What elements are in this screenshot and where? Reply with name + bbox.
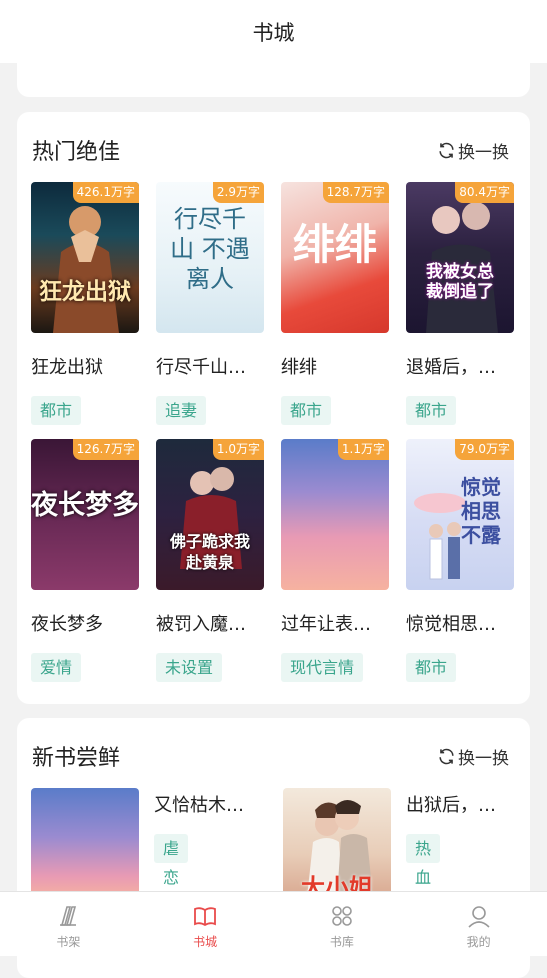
book-tag: 热血	[406, 834, 441, 887]
word-count-badge: 80.4万字	[455, 182, 514, 203]
book-tag: 爱情	[31, 653, 82, 682]
cover-title: 夜长梦多	[31, 490, 139, 521]
book-tag: 未设置	[156, 653, 223, 682]
book-cover: 1.1万字	[281, 439, 389, 590]
book-card[interactable]: 佛子跪求我赴黄泉 1.0万字 被罚入魔… 未设置	[156, 439, 264, 682]
book-cover: 佛子跪求我赴黄泉 1.0万字	[156, 439, 264, 590]
book-cover: 我被女总裁倒追了 80.4万字	[406, 182, 514, 333]
book-card[interactable]: 1.1万字 过年让表… 现代言情	[281, 439, 389, 682]
word-count-badge: 426.1万字	[72, 182, 139, 203]
new-book-card[interactable]: 又恰枯木… 虐恋	[31, 788, 244, 898]
tab-label: 书库	[329, 935, 354, 949]
cover-title: 绯绯	[292, 220, 377, 269]
cover-title: 惊觉相思不露	[461, 475, 501, 547]
book-tag: 都市	[406, 653, 457, 682]
book-card[interactable]: 绯绯 128.7万字 绯绯 都市	[281, 182, 389, 425]
bookstore-icon	[194, 907, 217, 927]
book-card[interactable]: 夜长梦多 126.7万字 夜长梦多 爱情	[31, 439, 139, 682]
book-title: 行尽千山…	[156, 357, 246, 378]
book-title: 被罚入魔…	[156, 614, 246, 635]
bookshelf-icon	[60, 906, 77, 926]
tab-label: 书架	[56, 935, 81, 949]
new-books-header: 新书尝鲜 换一换	[17, 718, 530, 796]
book-tag: 都市	[31, 396, 82, 425]
tab-bookstore[interactable]: 书城	[137, 892, 274, 956]
book-cover: 惊觉相思不露 79.0万字	[406, 439, 514, 590]
book-tag: 虐恋	[154, 834, 189, 887]
profile-icon	[468, 906, 490, 928]
cover-title: 狂龙出狱	[39, 278, 131, 305]
new-book-card[interactable]: 大小姐 出狱后，… 热血	[283, 788, 496, 898]
book-cover: 夜长梦多 126.7万字	[31, 439, 139, 590]
book-tag: 都市	[406, 396, 457, 425]
tab-bookshelf[interactable]: 书架	[0, 892, 137, 956]
refresh-label: 换一换	[458, 143, 509, 163]
library-icon	[332, 906, 352, 926]
book-title: 绯绯	[281, 357, 317, 378]
cover-title: 我被女总裁倒追了	[426, 262, 494, 302]
book-tag: 现代言情	[281, 653, 364, 682]
tab-label: 我的	[466, 935, 491, 949]
cover-art	[426, 202, 498, 333]
bottom-tab-bar: 书架 书城 书库 我的	[0, 891, 547, 956]
book-title: 又恰枯木…	[154, 795, 244, 816]
cover-title: 行尽千山 不遇离人	[170, 205, 250, 293]
top-header: 书城	[0, 0, 547, 63]
word-count-badge: 2.9万字	[212, 182, 264, 203]
book-cover: 大小姐	[283, 788, 391, 898]
tab-profile[interactable]: 我的	[410, 892, 547, 956]
book-card[interactable]: 行尽千山 不遇离人 2.9万字 行尽千山… 追妻	[156, 182, 264, 425]
page-title: 书城	[252, 20, 295, 45]
book-title: 狂龙出狱	[31, 357, 103, 378]
refresh-button[interactable]: 换一换	[437, 744, 509, 769]
tab-label: 书城	[193, 935, 218, 949]
word-count-badge: 126.7万字	[72, 439, 139, 460]
book-card[interactable]: 惊觉相思不露 79.0万字 惊觉相思… 都市	[406, 439, 514, 682]
tab-library[interactable]: 书库	[274, 892, 411, 956]
hot-section: 热门绝佳 换一换 狂龙出狱 426.1万字 狂龙出狱 都市 行尽千山 不遇离人 …	[17, 112, 530, 704]
word-count-badge: 1.0万字	[212, 439, 264, 460]
book-title: 出狱后，…	[406, 795, 496, 816]
book-title: 退婚后，…	[406, 357, 496, 378]
word-count-badge: 79.0万字	[455, 439, 514, 460]
book-cover: 行尽千山 不遇离人 2.9万字	[156, 182, 264, 333]
section-title: 热门绝佳	[32, 140, 121, 165]
refresh-icon	[439, 748, 454, 765]
banner-card-remainder	[17, 63, 530, 97]
book-title: 夜长梦多	[31, 614, 103, 635]
word-count-badge: 1.1万字	[337, 439, 389, 460]
hot-section-header: 热门绝佳 换一换	[17, 112, 530, 190]
book-title: 惊觉相思…	[406, 614, 496, 635]
book-cover: 绯绯 128.7万字	[281, 182, 389, 333]
book-card[interactable]: 狂龙出狱 426.1万字 狂龙出狱 都市	[31, 182, 139, 425]
refresh-icon	[439, 142, 454, 159]
book-tag: 追妻	[156, 396, 207, 425]
book-tag: 都市	[281, 396, 332, 425]
cover-title: 佛子跪求我赴黄泉	[170, 532, 251, 572]
word-count-badge: 128.7万字	[322, 182, 389, 203]
book-cover	[31, 788, 139, 898]
refresh-label: 换一换	[458, 749, 509, 769]
refresh-button[interactable]: 换一换	[437, 138, 509, 163]
book-cover: 狂龙出狱 426.1万字	[31, 182, 139, 333]
book-card[interactable]: 我被女总裁倒追了 80.4万字 退婚后，… 都市	[406, 182, 514, 425]
book-title: 过年让表…	[281, 614, 371, 635]
cover-art	[53, 206, 119, 333]
section-title: 新书尝鲜	[32, 746, 121, 771]
